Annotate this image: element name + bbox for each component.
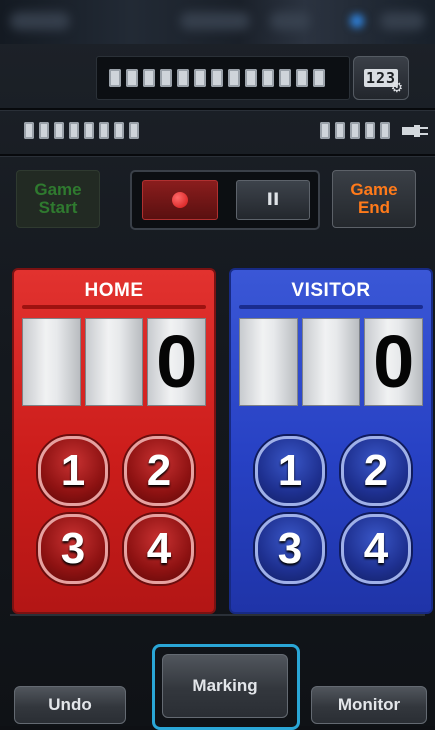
visitor-add-1-button[interactable]: 1 <box>255 436 325 506</box>
score-settings-button[interactable]: 123 ⚙ <box>353 56 409 100</box>
status-blur <box>180 12 250 30</box>
divider <box>10 614 425 616</box>
home-score-digit-tens <box>84 318 144 406</box>
visitor-score-digit-hundreds <box>239 318 298 406</box>
timestamp-display <box>96 56 350 100</box>
home-add-3-button[interactable]: 3 <box>38 514 108 584</box>
status-blur <box>380 12 425 30</box>
status-bar <box>0 0 435 44</box>
visitor-score-digit-tens <box>301 318 361 406</box>
divider <box>0 108 435 111</box>
visitor-score-digit-ones: 0 <box>364 318 424 406</box>
home-score-panel: HOME 0 1 2 3 4 <box>12 268 216 614</box>
record-controls: II <box>130 170 320 230</box>
timestamp-segments <box>109 69 325 87</box>
game-start-button[interactable]: Game Start <box>16 170 100 228</box>
game-end-label-line2: End <box>357 198 391 217</box>
home-score-digit-ones: 0 <box>147 318 207 406</box>
home-score-digit-hundreds <box>22 318 81 406</box>
visitor-add-4-button[interactable]: 4 <box>341 514 411 584</box>
home-add-4-button[interactable]: 4 <box>124 514 194 584</box>
record-button[interactable] <box>142 180 218 220</box>
status-blur <box>270 12 310 30</box>
status-blur <box>10 12 70 30</box>
game-end-button[interactable]: Game End <box>332 170 416 228</box>
home-add-1-button[interactable]: 1 <box>38 436 108 506</box>
title-underline <box>22 305 206 309</box>
undo-button[interactable]: Undo <box>14 686 126 724</box>
record-time-display <box>24 122 139 139</box>
visitor-title: VISITOR <box>291 280 371 301</box>
pause-button[interactable]: II <box>236 180 310 220</box>
battery-display <box>320 122 390 139</box>
title-underline <box>239 305 423 309</box>
game-end-label-line1: Game <box>350 180 398 199</box>
monitor-button[interactable]: Monitor <box>311 686 427 724</box>
pause-icon: II <box>266 190 280 210</box>
gear-icon: ⚙ <box>390 80 403 96</box>
visitor-add-2-button[interactable]: 2 <box>341 436 411 506</box>
game-start-label-line2: Start <box>38 198 78 217</box>
scoreboard-app: 123 ⚙ Game Start II Game End HOME 0 1 2 … <box>0 0 435 730</box>
divider <box>0 154 435 157</box>
home-score-display: 0 <box>22 318 207 406</box>
home-add-2-button[interactable]: 2 <box>124 436 194 506</box>
visitor-score-panel: VISITOR 0 1 2 3 4 <box>229 268 433 614</box>
power-plug-icon <box>402 122 428 140</box>
visitor-score-display: 0 <box>239 318 424 406</box>
record-icon <box>172 192 188 208</box>
game-start-label-line1: Game <box>34 180 82 199</box>
status-indicator-icon <box>350 14 364 28</box>
marking-button[interactable]: Marking <box>162 654 288 718</box>
home-title: HOME <box>84 280 144 301</box>
visitor-add-3-button[interactable]: 3 <box>255 514 325 584</box>
